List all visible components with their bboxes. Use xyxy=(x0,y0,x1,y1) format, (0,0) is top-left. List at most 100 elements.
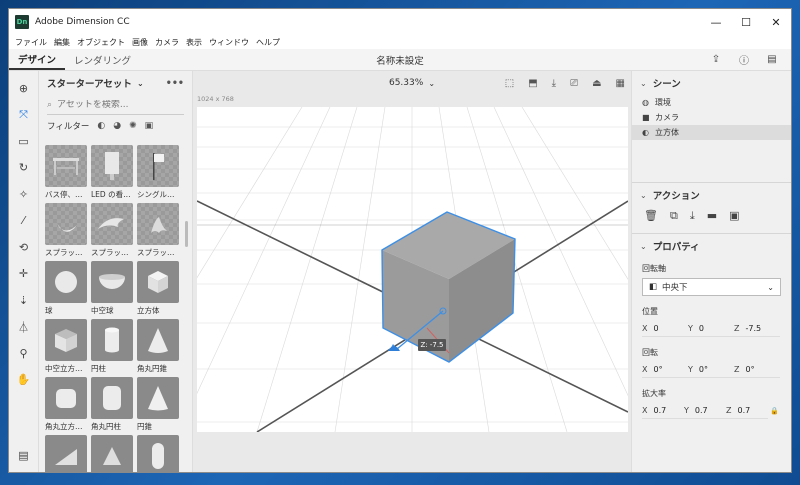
asset-item-label: 角丸立方… xyxy=(45,422,83,431)
rotation-z-field[interactable]: Z 0° xyxy=(734,362,780,378)
asset-item[interactable]: 球 xyxy=(45,261,87,317)
scene-item-cube[interactable]: ◐ 立方体 xyxy=(632,125,791,140)
splash3-thumbnail xyxy=(137,203,179,245)
drop-to-ground-icon[interactable]: ⤓ xyxy=(552,78,556,89)
eyedropper-icon[interactable]: ⁄ xyxy=(13,210,35,232)
light-filter-icon[interactable]: ✺ xyxy=(129,121,137,131)
select-icon[interactable]: ⤧ xyxy=(13,104,35,126)
scene-item-camera[interactable]: ■ カメラ xyxy=(632,110,791,125)
position-z-field[interactable]: Z -7.5 xyxy=(734,321,780,337)
asset-item[interactable]: スプラッ… xyxy=(91,203,133,259)
menu-camera[interactable]: カメラ xyxy=(155,37,179,48)
asset-item[interactable] xyxy=(137,435,179,472)
help-icon[interactable]: ⓘ xyxy=(737,53,751,67)
scale-z-field[interactable]: Z 0.7 xyxy=(726,403,768,419)
chevron-down-icon[interactable]: ⌄ xyxy=(640,191,647,200)
delete-icon[interactable]: 🗑 xyxy=(644,209,658,223)
pan-icon[interactable]: ⟲ xyxy=(13,236,35,258)
magic-wand-icon[interactable]: ✧ xyxy=(13,183,35,205)
chevron-down-icon[interactable]: ⌄ xyxy=(640,79,647,88)
asset-item[interactable]: LED の看… xyxy=(91,145,133,201)
asset-item[interactable] xyxy=(45,435,87,472)
cone-thumbnail xyxy=(137,377,179,419)
share-icon[interactable]: ⇪ xyxy=(709,53,723,67)
actions-header[interactable]: ⌄ アクション xyxy=(632,183,791,207)
asset-item[interactable]: スプラッ… xyxy=(45,203,87,259)
more-icon[interactable]: ••• xyxy=(166,78,184,89)
camera-icon[interactable]: ⏏ xyxy=(592,78,601,89)
group-icon[interactable]: ▬ xyxy=(707,209,717,223)
image-filter-icon[interactable]: ▣ xyxy=(145,121,154,131)
orbit-icon[interactable]: ↻ xyxy=(13,157,35,179)
asset-item[interactable]: 中空立方… xyxy=(45,319,87,375)
snap-icon[interactable]: ⬒ xyxy=(528,78,537,89)
scene-item-label: 環境 xyxy=(655,98,671,107)
rotation-y-field[interactable]: Y 0° xyxy=(688,362,734,378)
chevron-down-icon[interactable]: ⌄ xyxy=(137,79,144,88)
tab-design[interactable]: デザイン xyxy=(9,49,66,70)
panel-toggle-icon[interactable]: ▤ xyxy=(13,444,35,466)
menu-file[interactable]: ファイル xyxy=(15,37,47,48)
chevron-down-icon: ⌄ xyxy=(767,282,774,292)
add-icon[interactable]: ⊕ xyxy=(13,77,35,99)
minimize-button[interactable]: — xyxy=(701,9,731,35)
chat-icon[interactable]: ▤ xyxy=(765,53,779,67)
close-button[interactable]: ✕ xyxy=(761,9,791,35)
scrollbar[interactable] xyxy=(185,221,188,247)
model-filter-icon[interactable]: ◐ xyxy=(97,121,105,131)
move-icon[interactable]: ✛ xyxy=(13,263,35,285)
drop-to-ground-icon[interactable]: ⤓ xyxy=(690,209,695,223)
duplicate-icon[interactable]: ⧉ xyxy=(670,209,678,223)
menu-window[interactable]: ウィンドウ xyxy=(209,37,249,48)
menu-image[interactable]: 画像 xyxy=(132,37,148,48)
properties-column: ⌄ シーン ◍ 環境 ■ カメラ ◐ 立方体 ⌄ アクション 🗑 ⧉ ⤓ ▬ ▣… xyxy=(631,71,791,472)
chevron-down-icon[interactable]: ⌄ xyxy=(428,79,435,88)
scene-item-environment[interactable]: ◍ 環境 xyxy=(632,95,791,110)
asset-item[interactable]: 立方体 xyxy=(137,261,179,317)
search-input[interactable] xyxy=(57,99,168,110)
scene-header[interactable]: ⌄ シーン xyxy=(632,71,791,95)
menu-object[interactable]: オブジェクト xyxy=(77,37,125,48)
frame-icon[interactable]: ▭ xyxy=(13,130,35,152)
zoom-icon[interactable]: ⚲ xyxy=(13,342,35,364)
horizon-icon[interactable]: ⏃ xyxy=(13,316,35,338)
asset-item[interactable] xyxy=(91,435,133,472)
asset-item[interactable]: バス停、… xyxy=(45,145,87,201)
scale-y-field[interactable]: Y 0.7 xyxy=(684,403,726,419)
render-preview-icon[interactable]: ▦ xyxy=(616,78,625,89)
chevron-down-icon[interactable]: ⌄ xyxy=(640,242,647,251)
material-filter-icon[interactable]: ◕ xyxy=(113,121,121,131)
hand-icon[interactable]: ✋ xyxy=(13,369,35,391)
assets-title[interactable]: スターターアセット xyxy=(47,76,132,90)
asset-item[interactable]: シングル… xyxy=(137,145,179,201)
tab-render[interactable]: レンダリング xyxy=(65,49,140,70)
menu-view[interactable]: 表示 xyxy=(186,37,202,48)
lock-icon[interactable]: 🔒 xyxy=(770,403,779,419)
properties-header[interactable]: ⌄ プロパティ xyxy=(632,234,791,258)
canvas[interactable]: Z: -7.5 xyxy=(197,107,628,432)
maximize-button[interactable]: ☐ xyxy=(731,9,761,35)
asset-item[interactable]: 角丸円錐 xyxy=(137,319,179,375)
pivot-dropdown[interactable]: ◧ 中央下 ⌄ xyxy=(642,278,781,296)
dolly-icon[interactable]: ⇣ xyxy=(13,289,35,311)
asset-item-label: 立方体 xyxy=(137,306,160,315)
zoom-level[interactable]: 65.33% xyxy=(389,78,423,88)
asset-item[interactable]: 角丸立方… xyxy=(45,377,87,433)
asset-item[interactable]: 中空球 xyxy=(91,261,133,317)
scale-x-field[interactable]: X 0.7 xyxy=(642,403,684,419)
asset-item[interactable]: 円柱 xyxy=(91,319,133,375)
position-y-field[interactable]: Y0 xyxy=(688,321,734,337)
rotation-x-field[interactable]: X 0° xyxy=(642,362,688,378)
menu-help[interactable]: ヘルプ xyxy=(256,37,280,48)
asset-item[interactable]: 円錐 xyxy=(137,377,179,433)
position-fields: X0 Y0 Z -7.5 xyxy=(632,321,791,337)
camera-bookmark-icon[interactable]: ⎚ xyxy=(570,78,578,89)
package-icon[interactable]: ▣ xyxy=(729,209,739,223)
menu-edit[interactable]: 編集 xyxy=(54,37,70,48)
asset-item[interactable]: スプラッ… xyxy=(137,203,179,259)
position-x-field[interactable]: X0 xyxy=(642,321,688,337)
fit-frame-icon[interactable]: ⬚ xyxy=(505,78,514,89)
asset-item[interactable]: 角丸円柱 xyxy=(91,377,133,433)
filter-bar: フィルター ◐ ◕ ✺ ▣ xyxy=(39,115,192,137)
z-value-badge: Z: -7.5 xyxy=(418,339,446,351)
